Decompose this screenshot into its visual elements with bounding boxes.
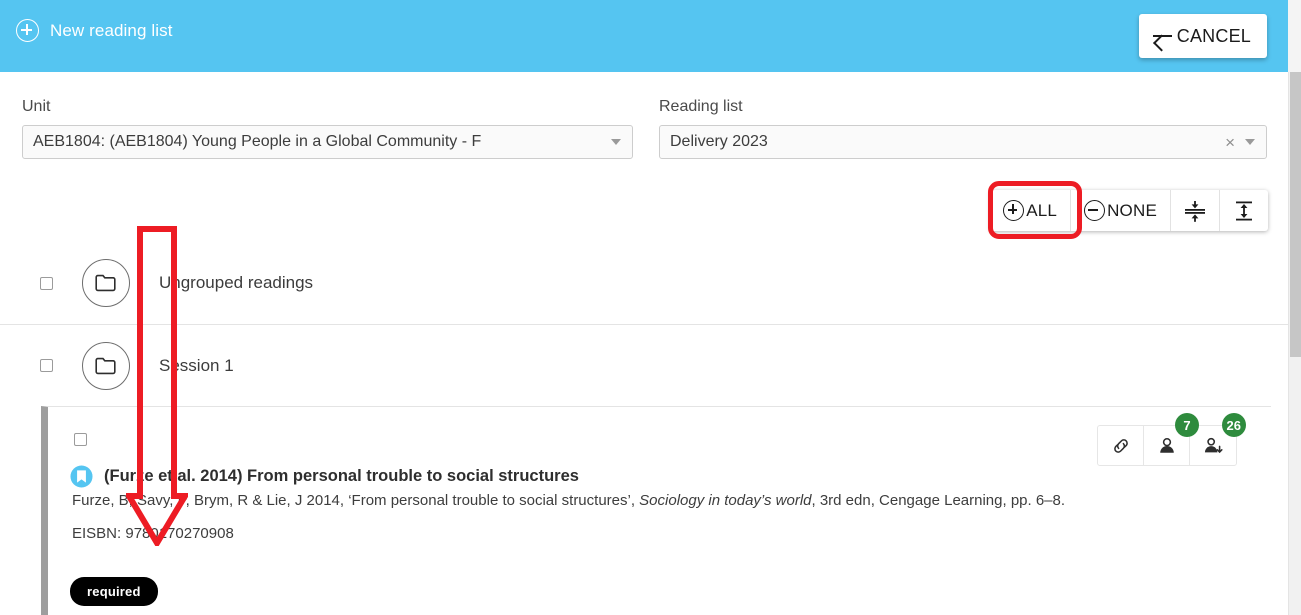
header-scrollbar-gutter bbox=[1288, 0, 1301, 72]
arrow-left-icon bbox=[1151, 27, 1173, 45]
status-badge: required bbox=[70, 577, 158, 606]
unit-select-value: AEB1804: (AEB1804) Young People in a Glo… bbox=[33, 133, 482, 150]
folder-glyph-icon bbox=[95, 274, 116, 292]
folder-checkbox[interactable] bbox=[40, 276, 53, 290]
reading-list-field: Reading list Delivery 2023 × bbox=[659, 98, 1267, 159]
unit-select[interactable]: AEB1804: (AEB1804) Young People in a Glo… bbox=[22, 125, 633, 159]
person-download-icon bbox=[1204, 437, 1223, 453]
chevron-down-icon bbox=[611, 139, 621, 145]
download-count-badge: 26 bbox=[1221, 413, 1246, 437]
link-icon bbox=[1113, 438, 1128, 453]
vertical-scrollbar[interactable] bbox=[1288, 72, 1301, 615]
plus-circle-icon bbox=[1003, 200, 1025, 221]
reading-item-eisbn: EISBN: 9780170270908 bbox=[72, 525, 234, 542]
reading-list-label: Reading list bbox=[659, 98, 743, 115]
cancel-button-label: CANCEL bbox=[1176, 25, 1251, 46]
folder-name: Ungrouped readings bbox=[159, 273, 314, 292]
close-icon[interactable]: × bbox=[1225, 134, 1235, 151]
page-title-label: New reading list bbox=[50, 20, 173, 40]
scrollbar-thumb[interactable] bbox=[1290, 72, 1301, 357]
selection-toolbar: ALL NONE bbox=[990, 190, 1268, 231]
collapse-all-icon bbox=[1185, 200, 1205, 222]
page-title: New reading list bbox=[16, 19, 173, 42]
folder-row[interactable]: Ungrouped readings bbox=[0, 242, 1288, 324]
link-button[interactable] bbox=[1098, 426, 1144, 465]
folder-icon[interactable] bbox=[82, 259, 130, 307]
person-icon bbox=[1159, 437, 1174, 453]
reference-source-title: Sociology in today’s world bbox=[639, 492, 812, 509]
reading-item-actions: 7 26 bbox=[1097, 413, 1246, 466]
page-header: New reading list CANCEL bbox=[0, 0, 1288, 72]
reading-item-card: (Furze et al. 2014) From personal troubl… bbox=[41, 406, 1271, 615]
cancel-button[interactable]: CANCEL bbox=[1138, 14, 1267, 58]
select-none-label: NONE bbox=[1107, 200, 1157, 220]
book-icon bbox=[70, 465, 93, 488]
person-button[interactable]: 7 bbox=[1144, 413, 1199, 465]
reading-item-reference: Furze, B, Savy, P, Brym, R & Lie, J 2014… bbox=[72, 491, 1142, 511]
reference-suffix: , 3rd edn, Cengage Learning, pp. 6–8. bbox=[811, 492, 1066, 509]
folder-icon[interactable] bbox=[82, 341, 130, 390]
reading-item-title[interactable]: (Furze et al. 2014) From personal troubl… bbox=[104, 467, 579, 486]
new-reading-list-page: New reading list CANCEL Unit AEB1804: (A… bbox=[0, 0, 1301, 615]
expand-all-icon bbox=[1236, 201, 1252, 220]
minus-circle-icon bbox=[1084, 200, 1106, 221]
select-all-label: ALL bbox=[1026, 200, 1058, 220]
folder-checkbox[interactable] bbox=[40, 359, 53, 372]
expand-all-button[interactable] bbox=[1220, 190, 1268, 231]
select-all-button[interactable]: ALL bbox=[990, 190, 1072, 231]
collapse-all-button[interactable] bbox=[1171, 190, 1220, 231]
folder-glyph-icon bbox=[95, 357, 116, 374]
unit-label: Unit bbox=[22, 98, 51, 115]
person-download-button[interactable]: 26 bbox=[1190, 413, 1246, 465]
reading-item-checkbox[interactable] bbox=[74, 433, 87, 446]
plus-circle-icon bbox=[16, 19, 39, 42]
select-none-button[interactable]: NONE bbox=[1071, 190, 1171, 231]
reference-prefix: Furze, B, Savy, P, Brym, R & Lie, J 2014… bbox=[72, 492, 640, 509]
reading-list-select[interactable]: Delivery 2023 × bbox=[659, 125, 1267, 159]
folder-name: Session 1 bbox=[159, 355, 234, 375]
chevron-down-icon bbox=[1245, 139, 1255, 145]
reading-list-select-value: Delivery 2023 bbox=[670, 133, 768, 150]
unit-field: Unit AEB1804: (AEB1804) Young People in … bbox=[22, 98, 633, 159]
folder-row[interactable]: Session 1 bbox=[0, 324, 1288, 406]
